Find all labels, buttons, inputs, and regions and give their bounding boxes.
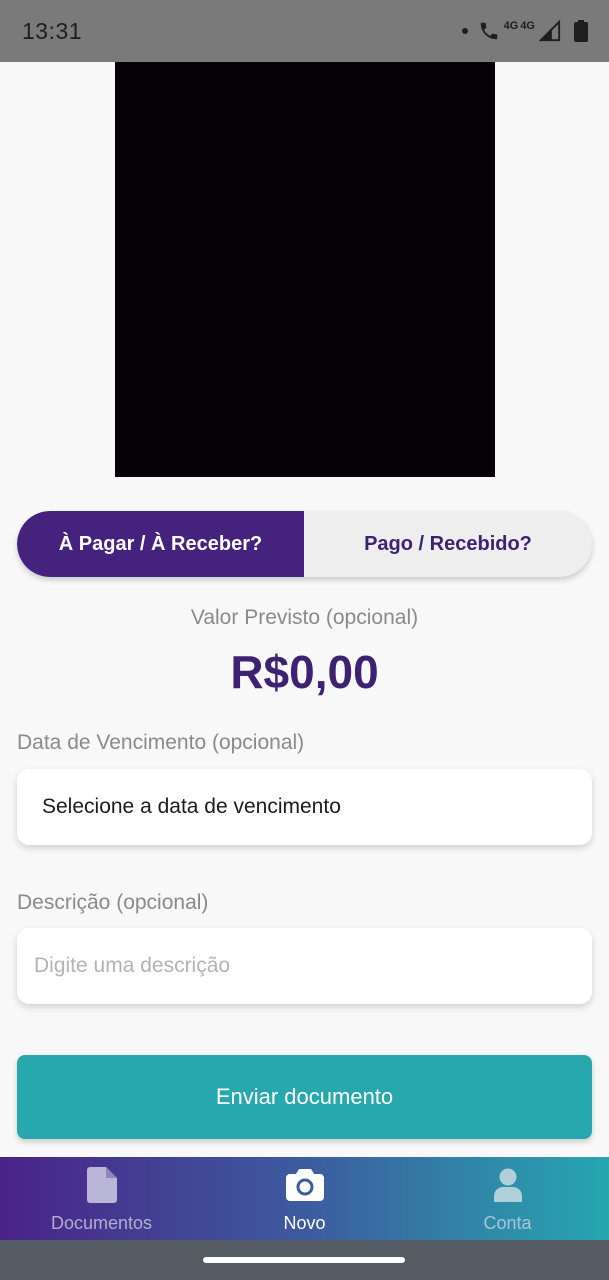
nav-item-new[interactable]: Novo bbox=[203, 1157, 406, 1240]
battery-icon bbox=[574, 20, 588, 42]
description-label: Descrição (opcional) bbox=[17, 891, 209, 914]
camera-icon bbox=[285, 1167, 324, 1203]
toggle-paid-received-label: Pago / Recebido? bbox=[364, 532, 532, 555]
document-icon bbox=[86, 1167, 117, 1203]
system-navigation-bar bbox=[0, 1240, 609, 1280]
status-icons: 4G 4G bbox=[461, 16, 589, 46]
network-label-2: 4G bbox=[520, 20, 535, 32]
home-indicator[interactable] bbox=[203, 1257, 405, 1263]
nav-label-new: Novo bbox=[283, 1213, 326, 1233]
send-document-button[interactable]: Enviar documento bbox=[17, 1055, 592, 1139]
nav-item-documents[interactable]: Documentos bbox=[0, 1157, 203, 1240]
description-input[interactable] bbox=[17, 928, 592, 1004]
amount-label: Valor Previsto (opcional) bbox=[190, 606, 419, 629]
amount-value[interactable]: R$0,00 bbox=[0, 645, 609, 699]
due-date-value: Selecione a data de vencimento bbox=[42, 795, 341, 818]
user-icon bbox=[493, 1167, 522, 1203]
payment-status-toggle: À Pagar / À Receber? Pago / Recebido? bbox=[17, 511, 592, 577]
description-field bbox=[17, 928, 592, 1004]
due-date-label: Data de Vencimento (opcional) bbox=[17, 731, 305, 754]
status-time: 13:31 bbox=[22, 18, 83, 44]
bottom-navigation: Documentos Novo Conta bbox=[0, 1157, 609, 1240]
due-date-field[interactable]: Selecione a data de vencimento bbox=[17, 769, 592, 845]
nav-item-account[interactable]: Conta bbox=[406, 1157, 609, 1240]
camera-preview bbox=[115, 62, 495, 477]
nav-label-documents: Documentos bbox=[50, 1213, 153, 1233]
signal-icon bbox=[539, 20, 561, 42]
toggle-to-pay-receive-label: À Pagar / À Receber? bbox=[58, 532, 263, 555]
toggle-to-pay-receive[interactable]: À Pagar / À Receber? bbox=[17, 511, 304, 577]
wifi-call-icon bbox=[480, 22, 497, 40]
status-bar: 13:31 4G 4G bbox=[0, 0, 609, 62]
toggle-paid-received[interactable]: Pago / Recebido? bbox=[304, 511, 592, 577]
notification-dot-icon bbox=[461, 28, 468, 34]
nav-label-account: Conta bbox=[483, 1213, 532, 1233]
network-label: 4G bbox=[503, 20, 519, 32]
